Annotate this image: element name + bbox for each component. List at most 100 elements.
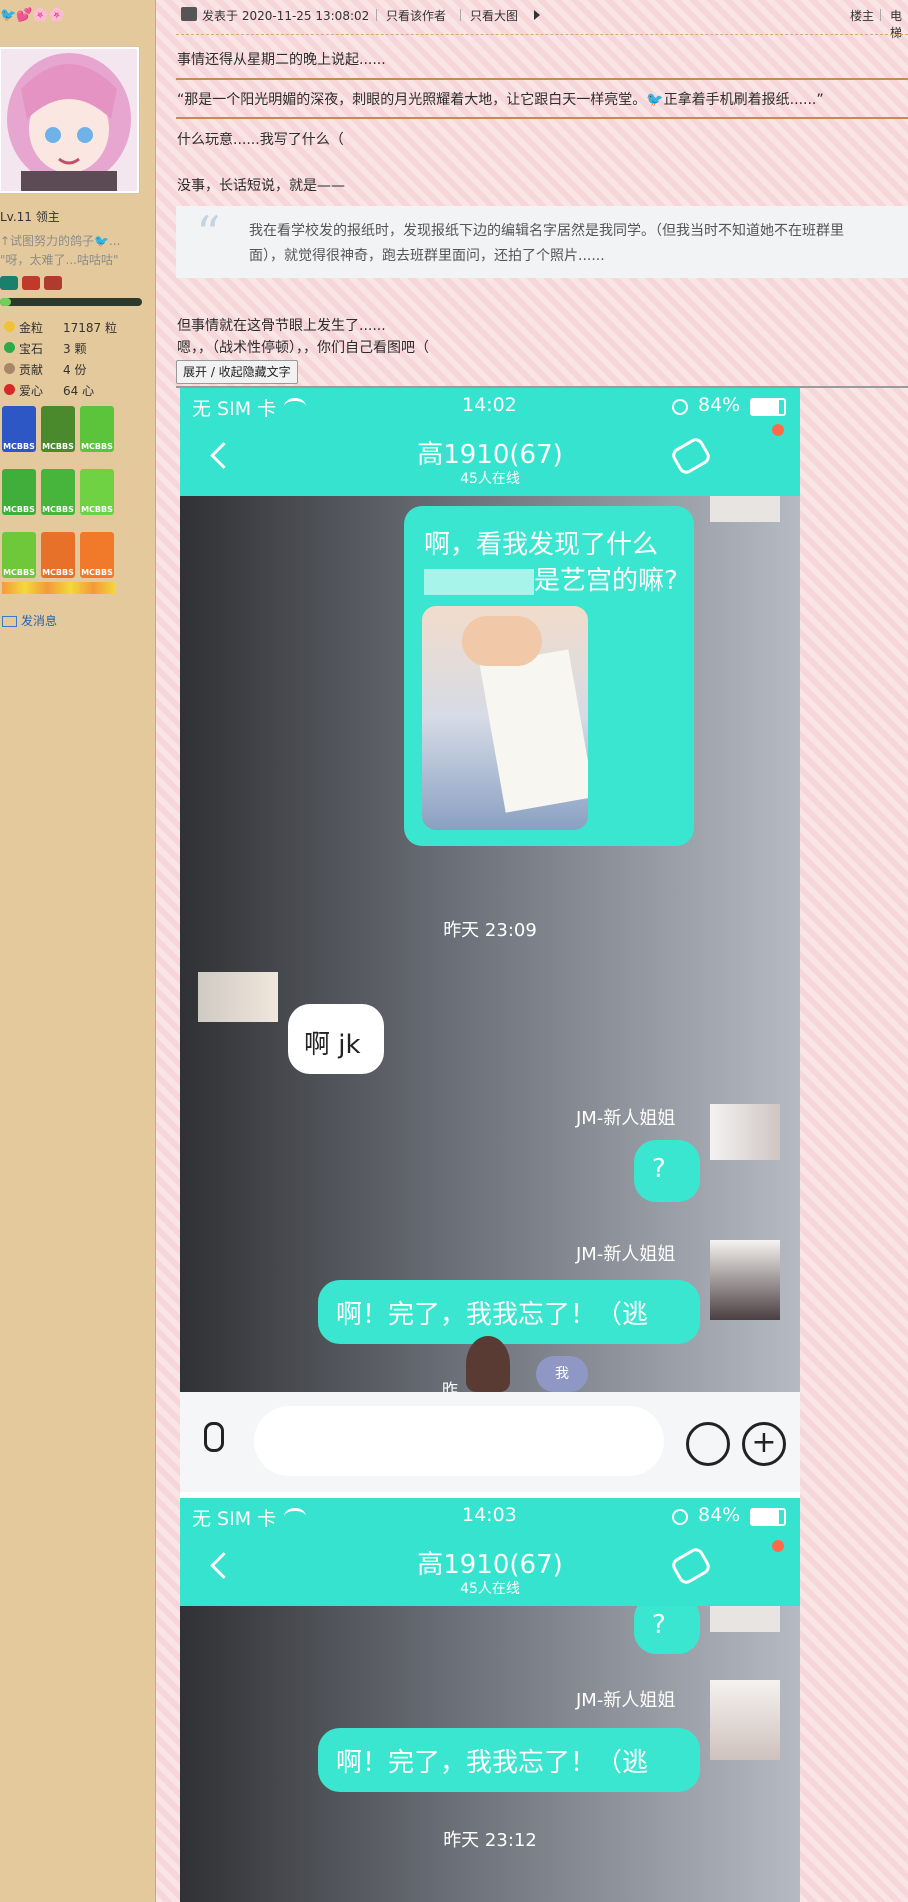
alarm-icon <box>672 1509 688 1525</box>
battery-text: 84% <box>698 394 741 416</box>
message-input[interactable] <box>254 1406 664 1476</box>
cut-text: 昨 <box>442 1380 459 1392</box>
divider-line <box>176 78 908 80</box>
blurred-avatar <box>710 1680 780 1760</box>
stat-heart: 爱心 64 心 <box>4 381 117 402</box>
online-count: 45人在线 <box>460 471 520 487</box>
play-icon[interactable] <box>534 10 540 20</box>
gold-icon <box>4 321 15 332</box>
paragraph-4: 没事，长话短说，就是—— <box>177 178 345 194</box>
sender-name: JM-新人姐姐 <box>576 1108 676 1129</box>
status-bar: 无 SIM 卡 14:02 84% <box>180 388 800 424</box>
medal-badge[interactable]: MCBBS <box>2 469 36 515</box>
message-text: 是艺宫的嘛? <box>424 560 678 597</box>
post-image-icon <box>181 7 197 21</box>
stat-gem: 宝石 3 颗 <box>4 339 117 360</box>
toggle-hidden-text-button[interactable]: 展开 / 收起隐藏文字 <box>176 360 298 384</box>
heart-icon <box>4 384 15 395</box>
medal-badge[interactable]: MCBBS <box>41 532 75 578</box>
chat-timestamp: 昨天 23:12 <box>443 1830 537 1851</box>
paragraph-2: “那是一个阳光明媚的深夜，刺眼的月光照耀着大地，让它跟白天一样亮堂。🐦正拿着手机… <box>177 92 824 108</box>
chat-screenshot-2[interactable]: 无 SIM 卡 14:03 84% 高1910(67) 45人在线 ? JM-新… <box>180 1498 800 1902</box>
sticker-girl-icon <box>466 1336 510 1392</box>
header-separator <box>376 9 377 21</box>
message-bubble: 啊！完了，我我忘了！（逃 <box>318 1728 700 1792</box>
post-date: 发表于 2020-11-25 13:08:02 <box>202 9 370 23</box>
send-message-link[interactable]: 发消息 <box>2 612 57 629</box>
stat-gold: 金粒 17187 粒 <box>4 318 117 339</box>
only-big-images-link[interactable]: 只看大图 <box>470 7 518 24</box>
wifi-icon <box>284 398 306 415</box>
bus-icon <box>44 276 62 290</box>
medal-badge[interactable]: MCBBS <box>41 469 75 515</box>
divider-line <box>176 117 908 119</box>
notification-dot <box>772 424 784 436</box>
battery-icon <box>750 398 786 416</box>
progress-bar <box>0 298 142 306</box>
paragraph-6: 嗯，，（战术性停顿），，你们自己看图吧（ <box>177 340 429 356</box>
battery-text: 84% <box>698 1504 741 1526</box>
blurred-avatar <box>710 1240 780 1320</box>
message-text: 啊！完了，我我忘了！（逃 <box>336 1300 649 1330</box>
medal-badge[interactable]: MCBBS <box>80 532 114 578</box>
wifi-icon <box>284 1508 306 1525</box>
contribution-icon <box>4 363 15 374</box>
bus-icon <box>0 276 18 290</box>
signature-line-2: "呀，太难了...咕咕咕" <box>0 253 119 267</box>
blurred-avatar <box>198 972 278 1022</box>
paragraph-1: 事情还得从星期二的晚上说起...... <box>177 52 386 68</box>
medal-badge[interactable]: MCBBS <box>2 532 36 578</box>
decor-icons: 🐦💕🌸🌸 <box>0 8 65 23</box>
clock-text: 14:02 <box>462 394 517 416</box>
blockquote <box>176 206 908 278</box>
message-bubble: 啊，看我发现了什么 是艺宫的嘛? <box>404 506 694 846</box>
medal-ribbons <box>2 582 116 594</box>
blurred-avatar <box>710 1104 780 1160</box>
medal-badge[interactable]: MCBBS <box>41 406 75 452</box>
vehicle-icons <box>0 276 62 294</box>
chat-screenshot-1[interactable]: 无 SIM 卡 14:02 84% 高1910(67) 45人在线 啊，看我发现… <box>180 388 800 1492</box>
bus-icon <box>22 276 40 290</box>
quote-mark-icon: “ <box>196 206 221 262</box>
gem-icon <box>4 342 15 353</box>
header-separator <box>460 9 461 21</box>
status-bar: 无 SIM 卡 14:03 84% <box>180 1498 800 1534</box>
avatar[interactable] <box>0 46 140 194</box>
chat-timestamp: 昨天 23:09 <box>443 920 537 941</box>
medal-badge[interactable]: MCBBS <box>80 406 114 452</box>
emoji-icon[interactable] <box>686 1422 730 1466</box>
user-level: Lv.11 领主 <box>0 210 60 224</box>
message-bubble: 啊 jk <box>288 1004 384 1074</box>
alarm-icon <box>672 399 688 415</box>
attached-photo[interactable] <box>422 606 588 830</box>
blurred-avatar <box>710 1606 780 1632</box>
blurred-avatar <box>710 496 780 522</box>
elevator-link[interactable]: 电梯 <box>890 7 908 41</box>
header-separator <box>880 9 881 21</box>
message-text: 啊！完了，我我忘了！（逃 <box>336 1748 649 1778</box>
online-count: 45人在线 <box>460 1581 520 1597</box>
only-author-link[interactable]: 只看该作者 <box>386 7 446 24</box>
mail-icon <box>2 616 17 627</box>
newspaper-image <box>479 649 588 813</box>
battery-icon <box>750 1508 786 1526</box>
chat-area: ? JM-新人姐姐 啊！完了，我我忘了！（逃 昨天 23:12 <box>180 1606 800 1902</box>
medal-badge[interactable]: MCBBS <box>80 469 114 515</box>
paragraph-5: 但事情就在这骨节眼上发生了...... <box>177 318 386 334</box>
paragraph-3: 什么玩意......我写了什么（ <box>177 132 344 148</box>
chat-area: 啊，看我发现了什么 是艺宫的嘛? 昨天 23:09 啊 jk JM-新人姐姐 ?… <box>180 496 800 1392</box>
sender-name: JM-新人姐姐 <box>576 1690 676 1711</box>
message-text: ? <box>652 1154 666 1184</box>
notification-dot <box>772 1540 784 1552</box>
chat-title-bar: 高1910(67) 45人在线 <box>180 424 800 496</box>
author-sidebar: 🐦💕🌸🌸 Lv.11 领主 ↑试图努力的鸽子🐦... "呀，太难了...咕咕咕"… <box>0 0 155 1902</box>
carrier-text: 无 SIM 卡 <box>192 398 277 420</box>
medal-badge[interactable]: MCBBS <box>2 406 36 452</box>
stats-list: 金粒 17187 粒 宝石 3 颗 贡献 4 份 爱心 64 心 <box>4 318 117 402</box>
progress-fill <box>0 298 12 306</box>
me-chip: 我 <box>536 1356 588 1392</box>
microphone-icon[interactable] <box>204 1422 224 1452</box>
message-text: 啊 jk <box>304 1030 361 1060</box>
plus-icon[interactable]: + <box>742 1422 786 1466</box>
medal-grid: MCBBS MCBBS MCBBS MCBBS MCBBS MCBBS MCBBS MCB… <box>2 406 122 594</box>
